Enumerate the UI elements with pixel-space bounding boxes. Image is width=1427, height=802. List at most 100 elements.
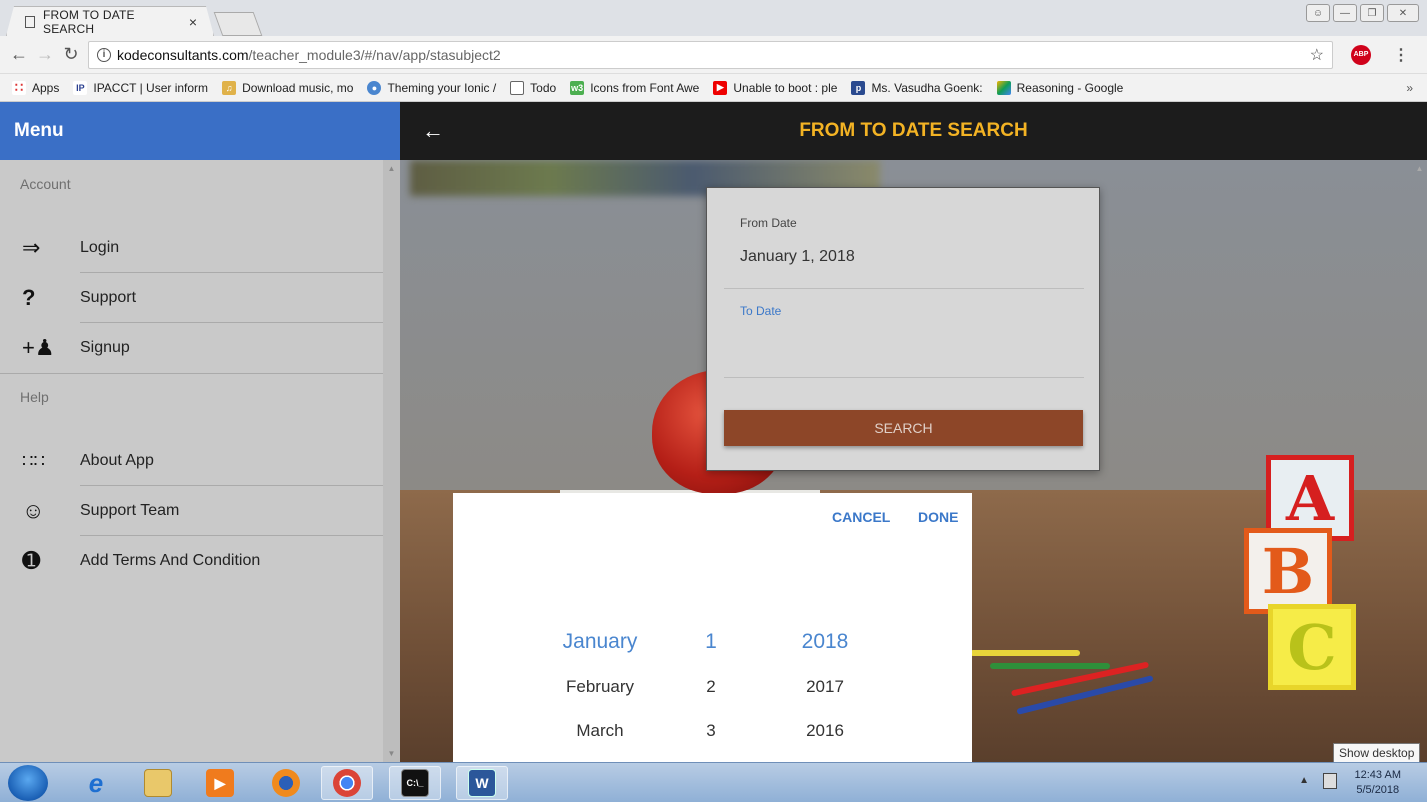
- address-bar: ← → ↻ i kodeconsultants.com /teacher_mod…: [0, 36, 1427, 74]
- menu-item-signup[interactable]: +♟ Signup: [0, 323, 383, 373]
- menu-item-label: Support: [80, 289, 137, 306]
- close-window-button[interactable]: ✕: [1387, 4, 1419, 22]
- bookmark-star-icon[interactable]: ☆: [1310, 45, 1324, 65]
- smiley-icon: ☺: [22, 498, 45, 523]
- content-scrollbar[interactable]: ▲: [1412, 160, 1427, 762]
- firefox-icon: [272, 769, 300, 797]
- show-hidden-icons-icon[interactable]: ▲: [1299, 775, 1309, 786]
- show-desktop-tooltip: Show desktop: [1333, 743, 1421, 763]
- taskbar-media[interactable]: ▶: [194, 766, 246, 800]
- bookmark-item[interactable]: ♫ Download music, mo: [222, 80, 354, 95]
- menu-item-login[interactable]: ⇒ Login: [0, 223, 383, 273]
- from-date-input[interactable]: January 1, 2018: [740, 248, 855, 266]
- day-option[interactable]: 1: [693, 630, 729, 654]
- section-help: Help: [20, 389, 49, 405]
- more-bookmarks-icon[interactable]: »: [1406, 81, 1413, 95]
- block-c: C: [1268, 604, 1356, 690]
- bookmark-item[interactable]: IP IPACCT | User inform: [73, 80, 208, 95]
- bookmark-label: Apps: [32, 80, 60, 95]
- system-clock[interactable]: 12:43 AM 5/5/2018: [1355, 768, 1401, 798]
- from-date-label: From Date: [740, 216, 797, 230]
- menu-item-label: Support Team: [80, 502, 180, 519]
- reload-icon[interactable]: ↻: [58, 44, 84, 65]
- browser-tab[interactable]: FROM TO DATE SEARCH ×: [6, 6, 214, 36]
- taskbar-chrome[interactable]: [321, 766, 373, 800]
- menu-item-support[interactable]: ? Support: [0, 273, 383, 323]
- url-input[interactable]: i kodeconsultants.com /teacher_module3/#…: [88, 40, 1333, 69]
- to-date-input[interactable]: [740, 336, 1080, 360]
- menu-item-terms[interactable]: ➊ Add Terms And Condition: [0, 536, 383, 586]
- bookmark-label: Icons from Font Awe: [590, 80, 700, 95]
- maximize-button[interactable]: ❐: [1360, 4, 1384, 22]
- clock-time: 12:43 AM: [1354, 769, 1401, 781]
- bookmark-item[interactable]: ● Theming your Ionic /: [367, 80, 496, 95]
- grid-icon: ∷∷: [22, 450, 45, 471]
- add-person-icon: +♟: [22, 335, 55, 360]
- done-button[interactable]: DONE: [918, 509, 958, 525]
- bookmark-item[interactable]: ∷ Apps: [12, 80, 60, 95]
- site-info-icon[interactable]: i: [97, 47, 111, 62]
- login-icon: ⇒: [22, 235, 41, 260]
- page-icon: [510, 80, 525, 95]
- date-picker: CANCEL DONE January February March 1 2 3…: [453, 493, 972, 762]
- page-title: FROM TO DATE SEARCH: [799, 120, 1028, 141]
- bookmark-item[interactable]: w3 Icons from Font Awe: [570, 80, 700, 95]
- url-host: kodeconsultants.com: [117, 46, 249, 63]
- user-profile-icon[interactable]: ☺: [1306, 4, 1330, 22]
- bookmark-label: Download music, mo: [242, 80, 354, 95]
- month-option[interactable]: January: [543, 630, 657, 654]
- youtube-icon: ▶: [713, 80, 728, 95]
- bookmark-item[interactable]: Todo: [510, 80, 556, 95]
- bookmark-item[interactable]: p Ms. Vasudha Goenk:: [851, 80, 983, 95]
- browser-tabstrip: FROM TO DATE SEARCH × ☺ — ❐ ✕: [0, 0, 1427, 36]
- drive-icon: [996, 80, 1011, 95]
- ip-logo-icon: IP: [73, 80, 88, 95]
- divider: [724, 288, 1084, 289]
- menu-scrollbar[interactable]: ▲ ▼: [383, 160, 400, 762]
- w3-icon: w3: [570, 80, 585, 95]
- scroll-up-icon[interactable]: ▲: [383, 164, 400, 173]
- menu-item-support-team[interactable]: ☺ Support Team: [0, 486, 383, 536]
- day-option[interactable]: 3: [693, 721, 729, 741]
- start-button[interactable]: [8, 765, 48, 801]
- back-arrow-icon[interactable]: ←: [422, 118, 444, 144]
- scroll-down-icon[interactable]: ▼: [383, 749, 400, 758]
- forward-nav-icon[interactable]: →: [32, 44, 58, 65]
- date-search-card: From Date January 1, 2018 To Date SEARCH: [706, 187, 1100, 471]
- divider: [724, 377, 1084, 378]
- browser-menu-icon[interactable]: ⋮: [1393, 45, 1409, 65]
- bookmarks-bar: ∷ Apps IP IPACCT | User inform ♫ Downloa…: [0, 74, 1427, 102]
- bookmark-label: Unable to boot : ple: [733, 80, 838, 95]
- minimize-button[interactable]: —: [1333, 4, 1357, 22]
- window-controls: ☺ — ❐ ✕: [1306, 4, 1419, 22]
- question-icon: ?: [22, 285, 36, 310]
- cancel-button[interactable]: CANCEL: [832, 509, 890, 525]
- block-b: B: [1244, 528, 1332, 614]
- year-option[interactable]: 2018: [787, 630, 863, 654]
- day-option[interactable]: 2: [693, 677, 729, 697]
- month-option[interactable]: March: [543, 721, 657, 741]
- menu-item-label: About App: [80, 452, 154, 469]
- taskbar-firefox[interactable]: [260, 766, 312, 800]
- menu-item-about-app[interactable]: ∷∷ About App: [0, 436, 383, 486]
- month-option[interactable]: February: [543, 677, 657, 697]
- search-button[interactable]: SEARCH: [724, 410, 1083, 446]
- scroll-up-icon[interactable]: ▲: [1412, 164, 1427, 173]
- word-icon: W: [468, 769, 496, 797]
- tab-close-icon[interactable]: ×: [183, 14, 203, 30]
- bookmark-item[interactable]: Reasoning - Google: [996, 80, 1123, 95]
- year-option[interactable]: 2017: [787, 677, 863, 697]
- adblock-icon[interactable]: ABP: [1351, 44, 1371, 65]
- network-icon[interactable]: [1323, 773, 1337, 789]
- year-option[interactable]: 2016: [787, 721, 863, 741]
- taskbar-word[interactable]: W: [456, 766, 508, 800]
- new-tab-button[interactable]: [213, 12, 263, 36]
- bookmark-item[interactable]: ▶ Unable to boot : ple: [713, 80, 838, 95]
- taskbar-ie[interactable]: e: [70, 766, 122, 800]
- menu-item-label: Add Terms And Condition: [80, 552, 261, 569]
- taskbar-explorer[interactable]: [132, 766, 184, 800]
- divider: [0, 373, 383, 374]
- app-header: ← FROM TO DATE SEARCH: [400, 102, 1427, 160]
- back-nav-icon[interactable]: ←: [6, 44, 32, 65]
- taskbar-cmd[interactable]: C:\_: [389, 766, 441, 800]
